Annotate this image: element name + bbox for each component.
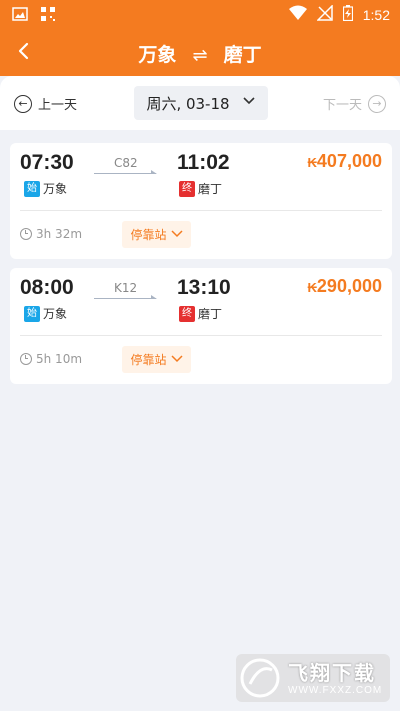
depart-time: 07:30 — [20, 151, 74, 174]
results-sheet: ← 上一天 周六, 03-18 下一天 → 07:30 C82 11:02 ₭4… — [0, 76, 400, 711]
start-badge: 始 — [24, 180, 40, 197]
arrive-station: 终 磨丁 — [179, 305, 222, 322]
clock-icon — [20, 353, 32, 365]
trip-duration: 5h 10m — [20, 352, 82, 366]
battery-charging-icon — [342, 5, 353, 25]
route-title: 万象 ⇌ 磨丁 — [0, 40, 400, 67]
chevron-down-icon — [170, 227, 183, 242]
to-city: 磨丁 — [223, 44, 262, 66]
train-card[interactable]: 07:30 C82 11:02 ₭407,000 始 万象 终 磨丁 3h 32… — [10, 143, 392, 259]
prev-day-label: 上一天 — [38, 98, 78, 113]
currency-symbol: ₭ — [307, 280, 317, 295]
right-arrow-icon: → — [368, 94, 386, 113]
arrive-time: 13:10 — [177, 276, 231, 299]
clock-time: 1:52 — [362, 7, 390, 23]
end-badge: 终 — [179, 180, 195, 197]
price-value: 407,000 — [316, 151, 382, 171]
arrive-station-name: 磨丁 — [198, 182, 223, 196]
chevron-down-icon — [170, 352, 183, 367]
route-arrow-icon — [94, 295, 157, 299]
watermark: 飞翔下载 WWW.FXXZ.COM — [236, 654, 390, 702]
route-arrow-icon — [94, 170, 157, 174]
depart-station: 始 万象 — [24, 305, 67, 322]
end-badge: 终 — [179, 305, 195, 322]
depart-station: 始 万象 — [24, 180, 67, 197]
watermark-logo-icon — [236, 654, 284, 702]
date-selector[interactable]: 周六, 03-18 — [134, 86, 268, 120]
stops-label: 停靠站 — [130, 353, 167, 367]
next-day-label: 下一天 — [322, 98, 362, 113]
header-bar: 万象 ⇌ 磨丁 — [0, 28, 400, 76]
watermark-url: WWW.FXXZ.COM — [288, 685, 383, 696]
currency-symbol: ₭ — [307, 155, 317, 170]
swap-icon[interactable]: ⇌ — [192, 45, 207, 66]
arrive-station: 终 磨丁 — [179, 180, 222, 197]
card-divider — [20, 335, 382, 336]
arrive-time: 11:02 — [177, 151, 230, 174]
start-badge: 始 — [24, 305, 40, 322]
no-signal-icon — [315, 4, 333, 25]
prev-day-button[interactable]: ← 上一天 — [14, 94, 77, 113]
train-number: C82 — [114, 156, 138, 170]
duration-text: 5h 10m — [36, 352, 83, 366]
trip-duration: 3h 32m — [20, 227, 82, 241]
stops-button[interactable]: 停靠站 — [122, 221, 191, 248]
ticket-price: ₭290,000 — [308, 276, 382, 297]
train-number: K12 — [114, 281, 138, 295]
clock-icon — [20, 228, 32, 240]
train-card[interactable]: 08:00 K12 13:10 ₭290,000 始 万象 终 磨丁 5h 10… — [10, 268, 392, 384]
image-icon — [12, 6, 28, 26]
stops-label: 停靠站 — [130, 228, 167, 242]
next-day-button[interactable]: 下一天 → — [323, 94, 386, 113]
date-bar: ← 上一天 周六, 03-18 下一天 → — [0, 76, 400, 130]
card-divider — [20, 210, 382, 211]
status-bar: 1:52 — [0, 0, 400, 28]
left-arrow-icon: ← — [14, 94, 32, 113]
from-city: 万象 — [138, 44, 177, 66]
depart-time: 08:00 — [20, 276, 74, 299]
qr-grid-icon — [40, 6, 56, 26]
wifi-icon — [288, 5, 307, 25]
duration-text: 3h 32m — [36, 227, 83, 241]
chevron-down-icon — [242, 94, 256, 112]
depart-station-name: 万象 — [43, 182, 68, 196]
ticket-price: ₭407,000 — [308, 151, 382, 172]
selected-date: 周六, 03-18 — [146, 94, 230, 113]
depart-station-name: 万象 — [43, 307, 68, 321]
price-value: 290,000 — [316, 276, 382, 296]
arrive-station-name: 磨丁 — [198, 307, 223, 321]
watermark-text: 飞翔下载 — [288, 661, 376, 685]
stops-button[interactable]: 停靠站 — [122, 346, 191, 373]
